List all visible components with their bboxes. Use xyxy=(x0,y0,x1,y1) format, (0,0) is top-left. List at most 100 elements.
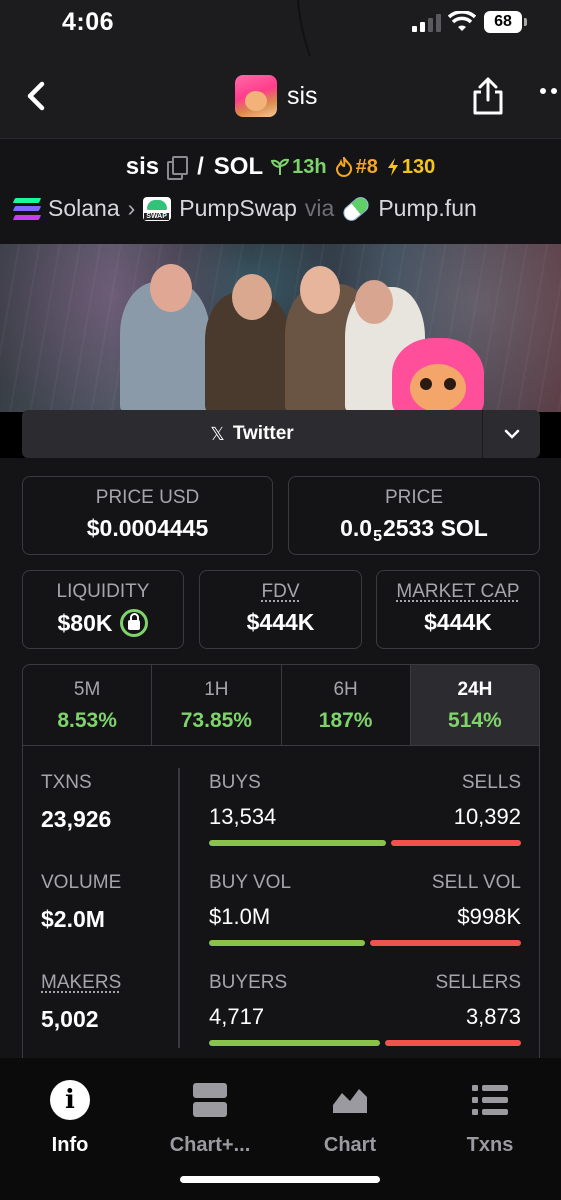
tab-24h[interactable]: 24H 514% xyxy=(410,665,539,745)
pair-row: sis / SOL 13h #8 130 xyxy=(0,153,561,181)
quote-symbol: SOL xyxy=(213,153,264,180)
buy-vol-value: $1.0M xyxy=(209,904,271,929)
txns-label: TXNS xyxy=(41,772,92,793)
nav-token: sis xyxy=(235,74,318,118)
buys-sells-stat: BUYS SELLS 13,534 10,392 xyxy=(209,772,521,846)
sellers-value: 3,873 xyxy=(465,1004,521,1029)
market-cap-value: $444K xyxy=(424,609,492,635)
buyers-label: BUYERS xyxy=(209,972,288,993)
status-bar: 4:06 68 xyxy=(0,0,561,105)
makers-value: 5,002 xyxy=(41,1006,99,1032)
base-symbol: sis xyxy=(125,153,160,180)
pumpswap-icon: SWAP xyxy=(143,196,172,221)
via-label: via xyxy=(304,195,335,221)
twitter-button[interactable]: 𝕏 Twitter xyxy=(22,410,482,458)
volume-bar xyxy=(209,940,521,946)
buyers-bar-fill xyxy=(209,1040,381,1046)
fdv-value: $444K xyxy=(246,609,315,635)
sells-label: SELLS xyxy=(461,772,521,793)
token-avatar xyxy=(235,75,277,117)
buyers-bar xyxy=(209,1040,521,1046)
market-cap-label: MARKET CAP xyxy=(396,581,520,602)
chart-plus-icon xyxy=(193,1083,227,1117)
wifi-icon xyxy=(448,11,476,31)
more-icon[interactable] xyxy=(540,88,561,94)
sellers-label: SELLERS xyxy=(435,972,521,993)
fdv-label: FDV xyxy=(261,581,300,602)
chain-name[interactable]: Solana xyxy=(48,195,120,222)
liquidity-card: LIQUIDITY $80K xyxy=(22,570,184,649)
socials-dropdown[interactable] xyxy=(482,410,540,458)
fdv-card[interactable]: FDV $444K xyxy=(199,570,362,649)
pair-header: sis / SOL 13h #8 130 Solana › SWAP PumpS… xyxy=(0,138,561,244)
solana-icon xyxy=(12,197,42,220)
nav-title: sis xyxy=(287,81,318,110)
pumpfun-icon xyxy=(340,193,373,224)
sells-bar-fill xyxy=(390,840,521,846)
twitter-label: Twitter xyxy=(232,423,294,444)
stats-divider xyxy=(178,768,180,1048)
flame-icon xyxy=(335,157,352,177)
txns-value: 23,926 xyxy=(41,806,112,832)
chart-icon xyxy=(332,1085,368,1113)
volume-label: VOLUME xyxy=(41,872,122,893)
sellers-bar-fill xyxy=(385,1040,521,1046)
tab-chart-plus[interactable]: Chart+... xyxy=(155,1078,265,1157)
buyers-sellers-stat: BUYERS SELLERS 4,717 3,873 xyxy=(209,972,521,1046)
boosts: 130 xyxy=(386,156,435,179)
volume-stat: VOLUME $2.0M xyxy=(41,872,121,933)
liquidity-value: $80K xyxy=(57,609,113,636)
nav-bar: sis xyxy=(0,56,561,138)
price-native-card: PRICE 0.0 5 2533 SOL xyxy=(288,476,540,555)
pair-age: 13h xyxy=(271,155,327,179)
buys-label: BUYS xyxy=(209,772,261,793)
battery-icon: 68 xyxy=(484,11,527,33)
copy-icon[interactable] xyxy=(167,156,189,180)
tab-info[interactable]: i Info xyxy=(15,1078,125,1157)
tab-info-label: Info xyxy=(51,1134,89,1156)
tab-1h[interactable]: 1H 73.85% xyxy=(152,665,282,745)
sell-vol-label: SELL VOL xyxy=(431,872,521,893)
share-icon[interactable] xyxy=(470,76,506,116)
launchpad-name[interactable]: Pump.fun xyxy=(378,195,476,222)
sprout-icon xyxy=(271,158,290,175)
buys-sells-bar xyxy=(209,840,521,846)
chevron-down-icon xyxy=(504,429,519,439)
lock-icon[interactable] xyxy=(120,609,149,637)
period-tabs: 5M 8.53% 1H 73.85% 6H 187% 24H 514% xyxy=(23,665,539,746)
sell-vol-bar-fill xyxy=(370,940,521,946)
sell-vol-value: $998K xyxy=(457,904,521,929)
tab-txns-label: Txns xyxy=(466,1134,514,1156)
makers-stat[interactable]: MAKERS 5,002 xyxy=(41,972,121,1033)
signal-icon xyxy=(412,14,442,32)
bolt-icon xyxy=(387,158,398,176)
market-cap-card[interactable]: MARKET CAP $444K xyxy=(376,570,540,649)
status-time: 4:06 xyxy=(62,8,115,36)
x-icon: 𝕏 xyxy=(210,423,225,444)
token-banner xyxy=(0,244,561,412)
buy-vol-label: BUY VOL xyxy=(209,872,292,893)
tab-txns[interactable]: Txns xyxy=(435,1078,545,1157)
tab-chart-label: Chart xyxy=(323,1134,377,1156)
chevron-right-icon: › xyxy=(127,195,136,221)
tab-6h[interactable]: 6H 187% xyxy=(282,665,411,745)
buyers-value: 4,717 xyxy=(209,1004,265,1029)
pair-age-value: 13h xyxy=(292,155,327,178)
sells-value: 10,392 xyxy=(453,804,521,829)
tab-5m[interactable]: 5M 8.53% xyxy=(23,665,153,745)
back-icon[interactable] xyxy=(18,76,58,116)
buy-vol-bar-fill xyxy=(209,940,365,946)
tab-chart-plus-label: Chart+... xyxy=(169,1134,251,1156)
tab-chart[interactable]: Chart xyxy=(295,1078,405,1157)
buy-sell-volume-stat: BUY VOL SELL VOL $1.0M $998K xyxy=(209,872,521,946)
trending-rank-value: #8 xyxy=(355,155,378,178)
buys-bar-fill xyxy=(209,840,386,846)
volume-value: $2.0M xyxy=(41,906,105,932)
chain-row: Solana › SWAP PumpSwap via Pump.fun xyxy=(12,193,477,224)
twitter-button-group: 𝕏 Twitter xyxy=(22,410,540,458)
dex-name[interactable]: PumpSwap xyxy=(179,195,297,222)
txns-stat: TXNS 23,926 xyxy=(41,772,111,833)
liquidity-label: LIQUIDITY xyxy=(56,581,150,602)
price-usd-value: $0.0004445 xyxy=(86,515,209,541)
pair-separator: / xyxy=(197,153,204,180)
